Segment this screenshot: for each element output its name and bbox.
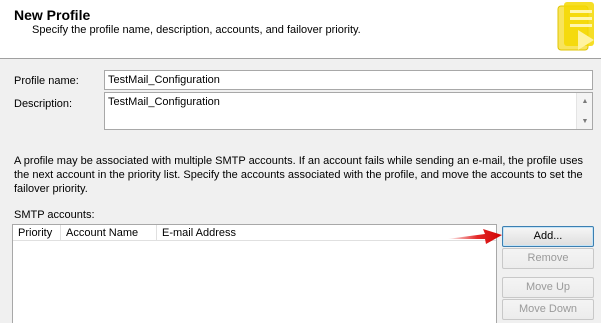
smtp-accounts-list[interactable]: Priority Account Name E-mail Address xyxy=(12,224,497,323)
profile-name-input[interactable]: TestMail_Configuration xyxy=(104,70,593,90)
list-header: Priority Account Name E-mail Address xyxy=(13,225,496,241)
info-text: A profile may be associated with multipl… xyxy=(14,155,584,195)
column-account-name[interactable]: Account Name xyxy=(61,225,157,241)
page-title: New Profile xyxy=(14,7,91,23)
description-label: Description: xyxy=(14,98,73,110)
scroll-down-arrow-icon[interactable]: ▼ xyxy=(577,114,593,128)
move-up-button[interactable]: Move Up xyxy=(502,277,594,298)
page-subtitle: Specify the profile name, description, a… xyxy=(32,24,361,36)
description-text: TestMail_Configuration xyxy=(108,96,220,108)
scroll-up-arrow-icon[interactable]: ▲ xyxy=(577,94,593,108)
mail-profile-logo-icon xyxy=(557,2,594,51)
description-textarea[interactable]: TestMail_Configuration ▲ ▼ xyxy=(104,92,593,130)
move-down-button[interactable]: Move Down xyxy=(502,299,594,320)
wizard-header: New Profile Specify the profile name, de… xyxy=(0,0,601,59)
red-arrow-icon xyxy=(447,229,502,244)
profile-name-label: Profile name: xyxy=(14,75,79,87)
add-button[interactable]: Add... xyxy=(502,226,594,247)
remove-button[interactable]: Remove xyxy=(502,248,594,269)
description-scrollbar[interactable]: ▲ ▼ xyxy=(576,93,592,129)
column-priority[interactable]: Priority xyxy=(13,225,61,241)
smtp-accounts-label: SMTP accounts: xyxy=(14,209,95,221)
column-email-address[interactable]: E-mail Address xyxy=(157,225,497,241)
